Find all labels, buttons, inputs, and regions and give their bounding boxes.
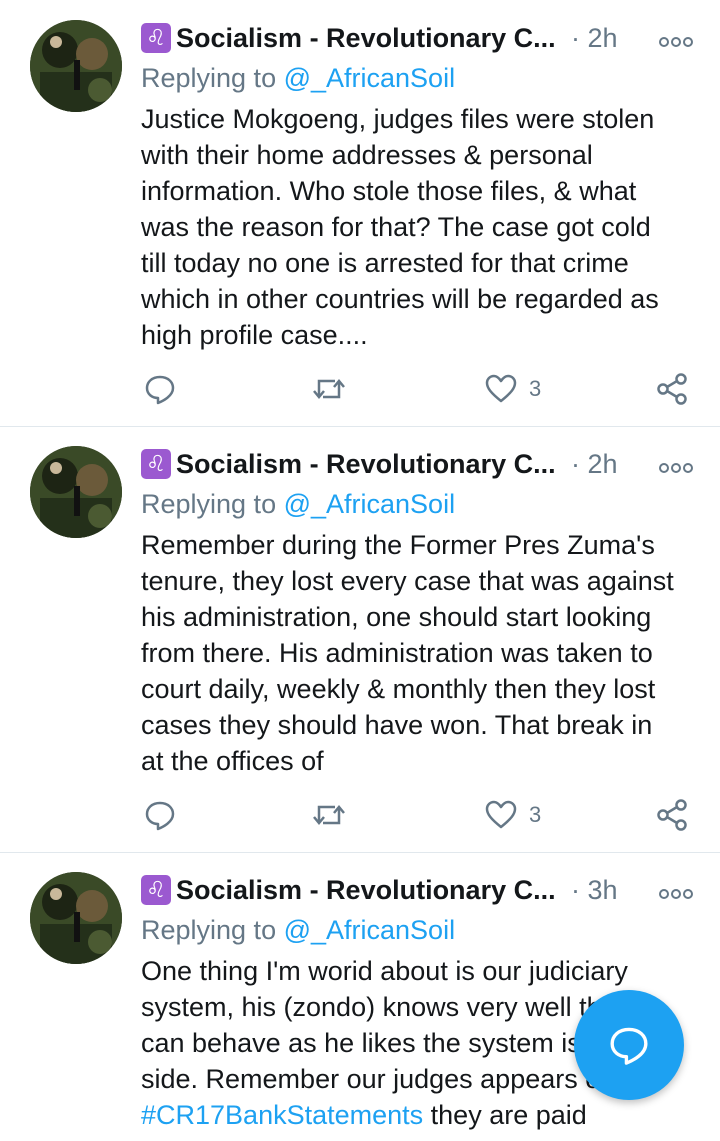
replying-to: Replying to @_AfricanSoil: [141, 912, 455, 948]
tweet-header: ♌ Socialism - Revolutionary C... · 2h: [141, 444, 720, 484]
zodiac-badge-icon: ♌: [141, 449, 171, 479]
timestamp[interactable]: · 2h: [571, 23, 618, 54]
tweet-actions: 3: [141, 369, 701, 409]
tweet-text-line: which in other countries will be regarde…: [141, 284, 659, 314]
hashtag-link[interactable]: #CR17BankStatements: [141, 1100, 423, 1130]
share-icon[interactable]: [655, 795, 689, 835]
tweet-actions: 3: [141, 795, 701, 835]
tweet-text-line: cases they should have won. That break i…: [141, 710, 653, 740]
retweet-icon[interactable]: [311, 369, 347, 409]
avatar[interactable]: [30, 446, 122, 538]
reply-icon[interactable]: [143, 795, 177, 835]
display-name[interactable]: Socialism - Revolutionary C...: [176, 449, 556, 480]
tweet-text-line: at the offices of: [141, 746, 324, 776]
avatar[interactable]: [30, 20, 122, 112]
reply-handle-link[interactable]: @_AfricanSoil: [284, 915, 455, 945]
replying-to-label: Replying to: [141, 489, 284, 519]
compose-reply-button[interactable]: [574, 990, 684, 1100]
tweet-text-line: information. Who stole those files, & wh…: [141, 176, 637, 206]
tweet[interactable]: ♌ Socialism - Revolutionary C... · 2h Re…: [0, 0, 720, 427]
heart-icon: [485, 800, 517, 829]
more-options-icon[interactable]: [658, 454, 694, 474]
more-options-icon[interactable]: [658, 28, 694, 48]
tweet-text-line: was the reason for that? The case got co…: [141, 212, 651, 242]
tweet-text: Remember during the Former Pres Zuma's t…: [141, 527, 706, 779]
replying-to: Replying to @_AfricanSoil: [141, 60, 455, 96]
avatar-image: [30, 446, 122, 538]
zodiac-badge-icon: ♌: [141, 23, 171, 53]
reply-handle-link[interactable]: @_AfricanSoil: [284, 63, 455, 93]
tweet-text-line: high profile case....: [141, 320, 368, 350]
compose-reply-icon: [610, 1027, 648, 1065]
tweet-header: ♌ Socialism - Revolutionary C... · 2h: [141, 18, 720, 58]
tweet-header: ♌ Socialism - Revolutionary C... · 3h: [141, 870, 720, 910]
display-name[interactable]: Socialism - Revolutionary C...: [176, 875, 556, 906]
display-name[interactable]: Socialism - Revolutionary C...: [176, 23, 556, 54]
replying-to-label: Replying to: [141, 915, 284, 945]
reply-icon[interactable]: [143, 369, 177, 409]
more-options-icon[interactable]: [658, 880, 694, 900]
tweet-text: Justice Mokgoeng, judges files were stol…: [141, 101, 706, 353]
share-icon[interactable]: [655, 369, 689, 409]
tweet-text-line: his administration, one should start loo…: [141, 602, 652, 632]
like-button[interactable]: 3: [485, 795, 541, 835]
avatar-image: [30, 20, 122, 112]
tweet-text-line: Remember during the Former Pres Zuma's: [141, 530, 655, 560]
timestamp[interactable]: · 2h: [571, 449, 618, 480]
reply-handle-link[interactable]: @_AfricanSoil: [284, 489, 455, 519]
avatar-image: [30, 872, 122, 964]
replying-to-label: Replying to: [141, 63, 284, 93]
avatar[interactable]: [30, 872, 122, 964]
like-button[interactable]: 3: [485, 369, 541, 409]
like-count: 3: [529, 802, 542, 827]
like-count: 3: [529, 376, 542, 401]
heart-icon: [485, 374, 517, 403]
tweet-text-line: One thing I'm worid about is our judicia…: [141, 956, 628, 986]
tweet-text-line: Justice Mokgoeng, judges files were stol…: [141, 104, 655, 134]
tweet-text-line: #CR17BankStatements they are paid: [141, 1097, 706, 1133]
tweet[interactable]: ♌ Socialism - Revolutionary C... · 2h Re…: [0, 427, 720, 853]
tweet-text-line: tenure, they lost every case that was ag…: [141, 566, 674, 596]
tweet-text-line: court daily, weekly & monthly then they …: [141, 674, 656, 704]
tweet-text-line: from there. His administration was taken…: [141, 638, 653, 668]
zodiac-badge-icon: ♌: [141, 875, 171, 905]
tweet-text-fragment: they are paid: [423, 1100, 587, 1130]
timestamp[interactable]: · 3h: [571, 875, 618, 906]
tweet-text-line: till today no one is arrested for that c…: [141, 248, 629, 278]
retweet-icon[interactable]: [311, 795, 347, 835]
tweet-text-line: with their home addresses & personal: [141, 140, 593, 170]
replying-to: Replying to @_AfricanSoil: [141, 486, 455, 522]
